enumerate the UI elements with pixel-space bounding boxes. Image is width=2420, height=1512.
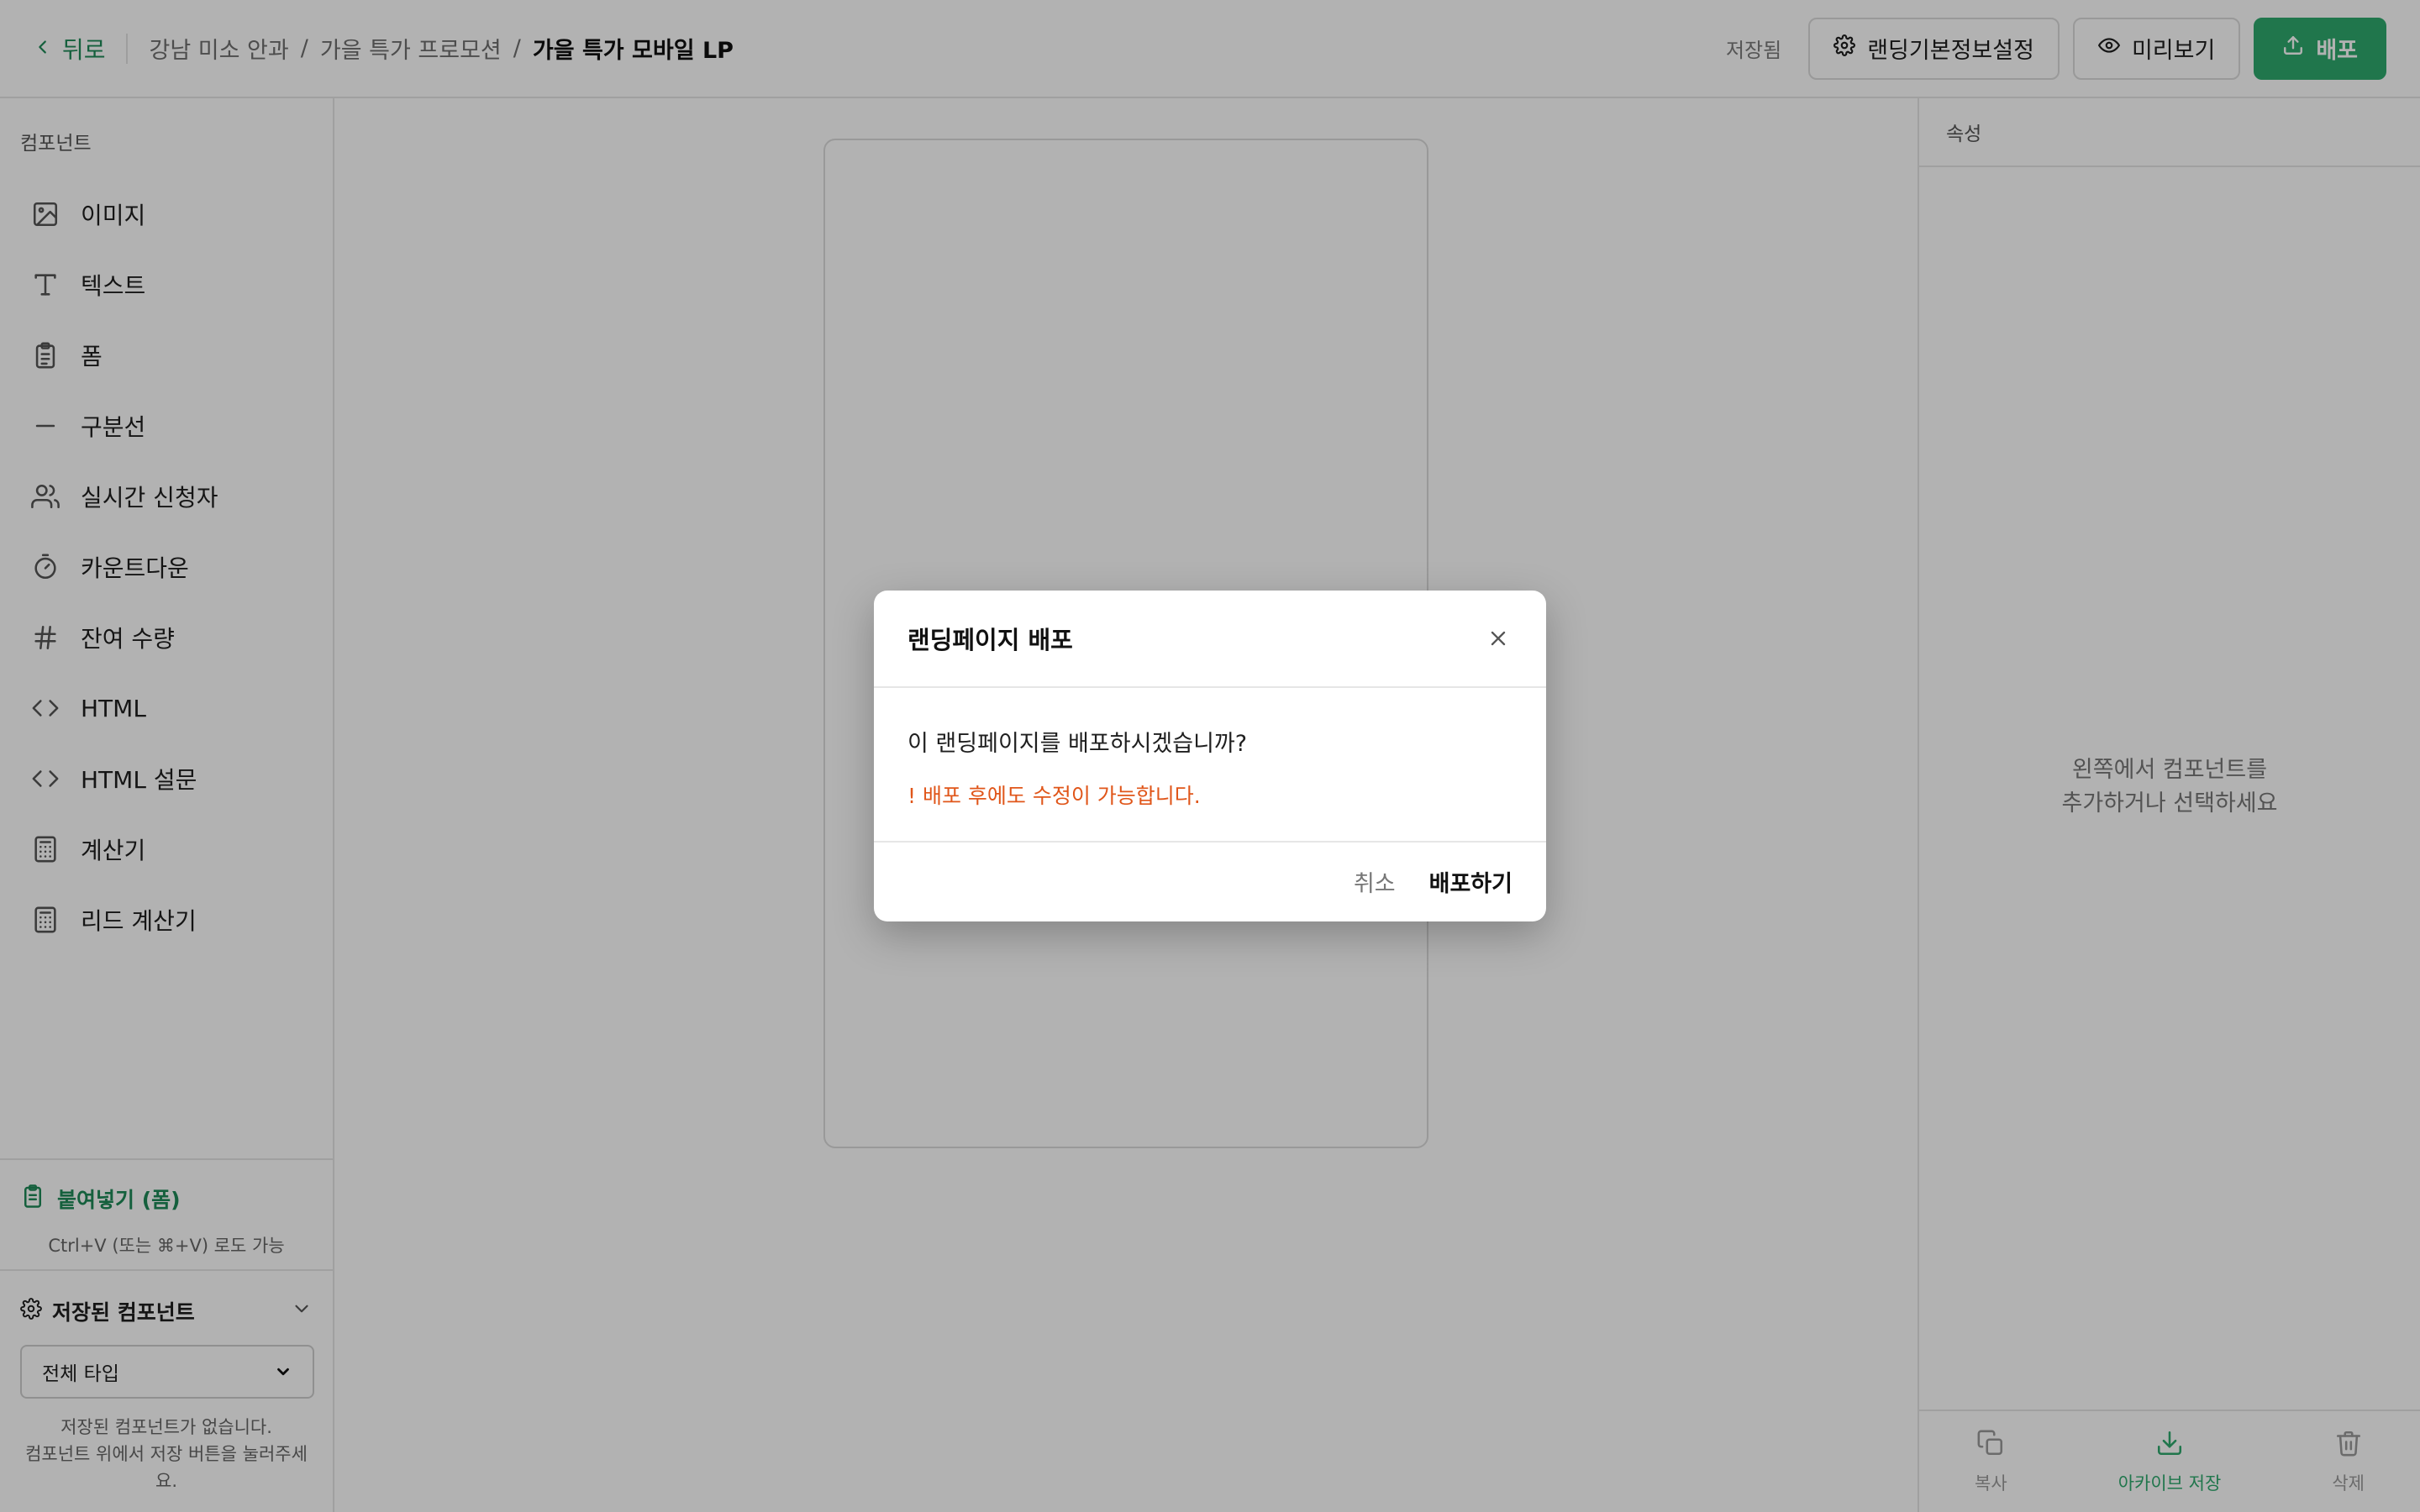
dialog-warning: ! 배포 후에도 수정이 가능합니다. bbox=[908, 784, 1201, 808]
cancel-button[interactable]: 취소 bbox=[1354, 865, 1396, 898]
confirm-deploy-button[interactable]: 배포하기 bbox=[1429, 865, 1512, 898]
dialog-body: 이 랜딩페이지를 배포하시겠습니까? ! 배포 후에도 수정이 가능합니다. bbox=[874, 688, 1546, 843]
dialog-header: 랜딩페이지 배포 bbox=[874, 591, 1546, 688]
close-icon[interactable] bbox=[1484, 624, 1512, 653]
dialog-footer: 취소 배포하기 bbox=[874, 843, 1546, 920]
dialog-question: 이 랜딩페이지를 배포하시겠습니까? bbox=[908, 731, 1248, 757]
dialog-title: 랜딩페이지 배포 bbox=[908, 626, 1073, 654]
deploy-dialog: 랜딩페이지 배포 이 랜딩페이지를 배포하시겠습니까? ! 배포 후에도 수정이… bbox=[874, 591, 1546, 921]
app-root: 뒤로 강남 미소 안과 / 가을 특가 프로모션 / 가을 특가 모바일 LP … bbox=[0, 0, 2420, 1512]
